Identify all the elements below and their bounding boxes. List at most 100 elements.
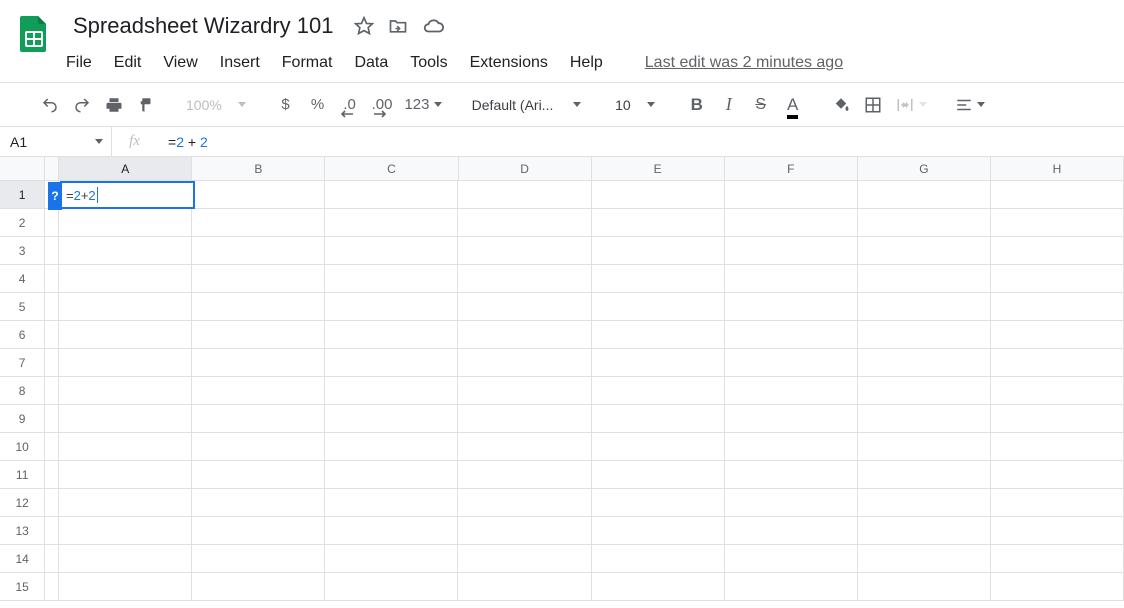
column-header-f[interactable]: F bbox=[725, 157, 858, 180]
cell-a9[interactable] bbox=[59, 405, 192, 433]
cell-b4[interactable] bbox=[192, 265, 325, 293]
cell-h9[interactable] bbox=[991, 405, 1124, 433]
row-header-7[interactable]: 7 bbox=[0, 349, 45, 377]
menu-tools[interactable]: Tools bbox=[410, 54, 447, 72]
cell-f13[interactable] bbox=[725, 517, 858, 545]
cell-g5[interactable] bbox=[858, 293, 991, 321]
cell-d12[interactable] bbox=[458, 489, 591, 517]
cell-d1[interactable] bbox=[458, 181, 591, 209]
row-header-11[interactable]: 11 bbox=[0, 461, 45, 489]
cell-h8[interactable] bbox=[991, 377, 1124, 405]
cell-f8[interactable] bbox=[725, 377, 858, 405]
row-header-2[interactable]: 2 bbox=[0, 209, 45, 237]
cell-a4[interactable] bbox=[59, 265, 192, 293]
menu-edit[interactable]: Edit bbox=[114, 54, 142, 72]
cell-b2[interactable] bbox=[192, 209, 325, 237]
cell-b5[interactable] bbox=[192, 293, 325, 321]
cell-e4[interactable] bbox=[592, 265, 725, 293]
cell-g15[interactable] bbox=[858, 573, 991, 601]
row-header-15[interactable]: 15 bbox=[0, 573, 45, 601]
cell-e2[interactable] bbox=[592, 209, 725, 237]
cell-f6[interactable] bbox=[725, 321, 858, 349]
cell-f12[interactable] bbox=[725, 489, 858, 517]
cell-a3[interactable] bbox=[59, 237, 192, 265]
cell-d9[interactable] bbox=[458, 405, 591, 433]
active-cell-editor[interactable]: ? =2 + 2 bbox=[60, 181, 195, 209]
zoom-dropdown[interactable]: 100% bbox=[180, 97, 252, 113]
cell-h2[interactable] bbox=[991, 209, 1124, 237]
menu-help[interactable]: Help bbox=[570, 54, 603, 72]
cell-d5[interactable] bbox=[458, 293, 591, 321]
cell-c11[interactable] bbox=[325, 461, 458, 489]
cell-g3[interactable] bbox=[858, 237, 991, 265]
cell-b8[interactable] bbox=[192, 377, 325, 405]
column-header-b[interactable]: B bbox=[192, 157, 325, 180]
cell-b6[interactable] bbox=[192, 321, 325, 349]
row-header-10[interactable]: 10 bbox=[0, 433, 45, 461]
cell-e9[interactable] bbox=[592, 405, 725, 433]
row-header-4[interactable]: 4 bbox=[0, 265, 45, 293]
borders-button[interactable] bbox=[859, 91, 887, 119]
cell-d2[interactable] bbox=[458, 209, 591, 237]
cell-d7[interactable] bbox=[458, 349, 591, 377]
cell-h5[interactable] bbox=[991, 293, 1124, 321]
cell-b11[interactable] bbox=[192, 461, 325, 489]
cell-b14[interactable] bbox=[192, 545, 325, 573]
cell-e11[interactable] bbox=[592, 461, 725, 489]
formula-input[interactable]: =2 + 2 bbox=[158, 134, 1124, 150]
row-header-6[interactable]: 6 bbox=[0, 321, 45, 349]
cell-h12[interactable] bbox=[991, 489, 1124, 517]
cell-f3[interactable] bbox=[725, 237, 858, 265]
cell-f9[interactable] bbox=[725, 405, 858, 433]
menu-format[interactable]: Format bbox=[282, 54, 333, 72]
cell-d8[interactable] bbox=[458, 377, 591, 405]
cell-h11[interactable] bbox=[991, 461, 1124, 489]
cell-d10[interactable] bbox=[458, 433, 591, 461]
cell-c2[interactable] bbox=[325, 209, 458, 237]
cell-f15[interactable] bbox=[725, 573, 858, 601]
cell-a6[interactable] bbox=[59, 321, 192, 349]
cell-f2[interactable] bbox=[725, 209, 858, 237]
column-header-e[interactable]: E bbox=[592, 157, 725, 180]
italic-button[interactable]: I bbox=[715, 91, 743, 119]
star-icon[interactable] bbox=[354, 16, 374, 36]
cell-e5[interactable] bbox=[592, 293, 725, 321]
cell-h7[interactable] bbox=[991, 349, 1124, 377]
cell-a8[interactable] bbox=[59, 377, 192, 405]
cell-a15[interactable] bbox=[59, 573, 192, 601]
cell-e6[interactable] bbox=[592, 321, 725, 349]
cell-h3[interactable] bbox=[991, 237, 1124, 265]
decrease-decimal-button[interactable]: .0 bbox=[336, 91, 364, 119]
row-header-1[interactable]: 1 bbox=[0, 181, 45, 209]
text-color-button[interactable]: A bbox=[779, 91, 807, 119]
cell-h4[interactable] bbox=[991, 265, 1124, 293]
cell-b10[interactable] bbox=[192, 433, 325, 461]
cell-c15[interactable] bbox=[325, 573, 458, 601]
cell-c8[interactable] bbox=[325, 377, 458, 405]
cell-h6[interactable] bbox=[991, 321, 1124, 349]
cloud-status-icon[interactable] bbox=[422, 16, 444, 36]
cell-c13[interactable] bbox=[325, 517, 458, 545]
cell-b9[interactable] bbox=[192, 405, 325, 433]
cell-b3[interactable] bbox=[192, 237, 325, 265]
cell-f5[interactable] bbox=[725, 293, 858, 321]
row-header-9[interactable]: 9 bbox=[0, 405, 45, 433]
cell-c7[interactable] bbox=[325, 349, 458, 377]
cell-c12[interactable] bbox=[325, 489, 458, 517]
cell-f11[interactable] bbox=[725, 461, 858, 489]
strikethrough-button[interactable]: S bbox=[747, 91, 775, 119]
bold-button[interactable]: B bbox=[683, 91, 711, 119]
cell-g13[interactable] bbox=[858, 517, 991, 545]
cell-g10[interactable] bbox=[858, 433, 991, 461]
merge-cells-button[interactable] bbox=[891, 91, 931, 119]
cell-c14[interactable] bbox=[325, 545, 458, 573]
cell-f10[interactable] bbox=[725, 433, 858, 461]
cell-f4[interactable] bbox=[725, 265, 858, 293]
cell-h14[interactable] bbox=[991, 545, 1124, 573]
column-header-g[interactable]: G bbox=[858, 157, 991, 180]
cell-a7[interactable] bbox=[59, 349, 192, 377]
cell-b7[interactable] bbox=[192, 349, 325, 377]
cell-d6[interactable] bbox=[458, 321, 591, 349]
cell-c1[interactable] bbox=[325, 181, 458, 209]
row-header-12[interactable]: 12 bbox=[0, 489, 45, 517]
